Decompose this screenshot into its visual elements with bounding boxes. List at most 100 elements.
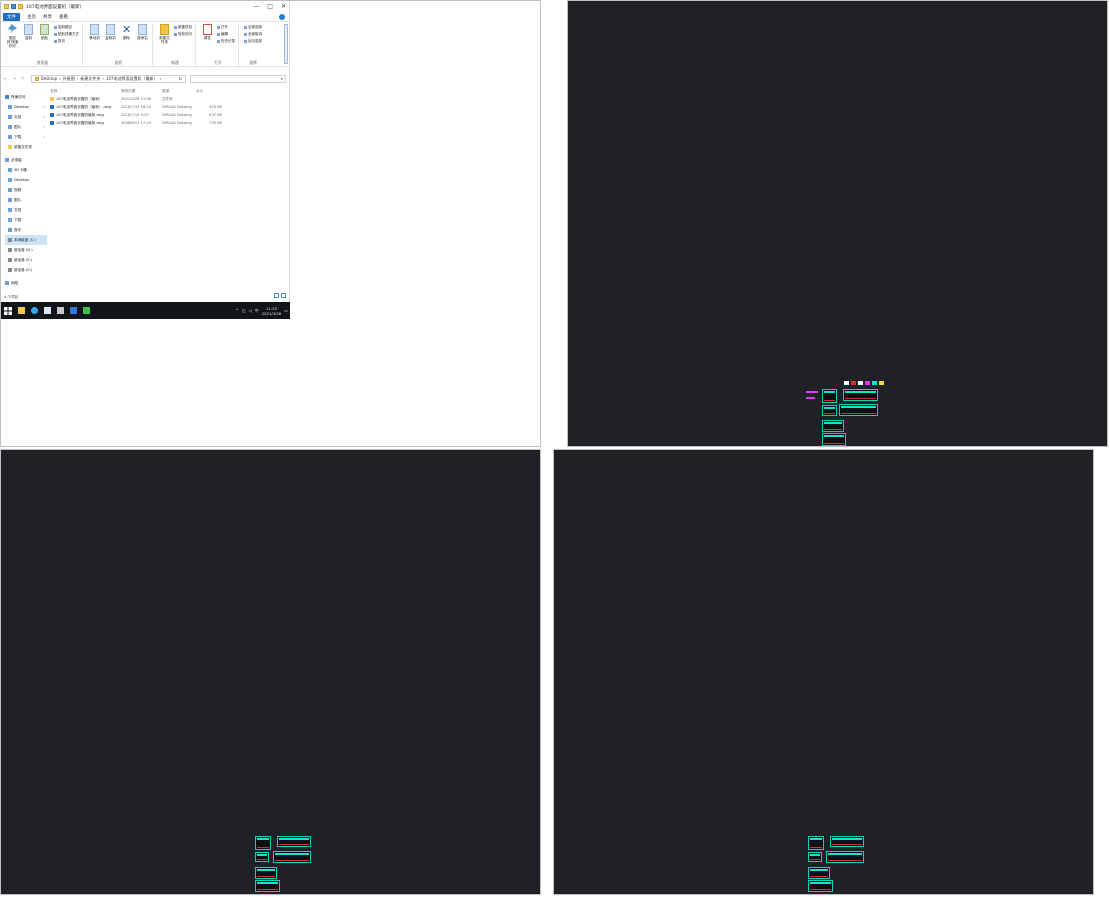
help-icon[interactable] bbox=[279, 13, 285, 20]
properties-button[interactable]: 属性 bbox=[201, 24, 214, 60]
cad-sheet[interactable] bbox=[808, 867, 830, 879]
breadcrumb-2[interactable]: 新建文件夹 bbox=[80, 76, 100, 82]
tab-view[interactable]: 查看 bbox=[59, 14, 68, 20]
new-folder-button[interactable]: 新建文件夹 bbox=[158, 24, 171, 60]
select-none-button[interactable]: 全部取消 bbox=[244, 32, 262, 37]
cad-viewport-panel-1[interactable] bbox=[567, 0, 1108, 447]
details-view-icon[interactable] bbox=[274, 293, 279, 298]
cad-sheet[interactable] bbox=[822, 420, 844, 432]
maximize-button[interactable]: □ bbox=[267, 3, 273, 10]
easy-access-button[interactable]: 轻松访问 bbox=[174, 32, 192, 37]
sidebar-item-14[interactable]: 本地磁盘 (C:) bbox=[5, 235, 47, 245]
sidebar-item-0[interactable]: 快速访问 bbox=[5, 92, 47, 102]
history-button[interactable]: 历史记录 bbox=[217, 39, 235, 44]
cad-sheet[interactable] bbox=[808, 880, 833, 892]
cad-sheet[interactable] bbox=[255, 852, 269, 862]
cad-sheet[interactable] bbox=[830, 836, 864, 847]
tray-chevron-icon[interactable]: ^ bbox=[236, 308, 239, 313]
column-name[interactable]: 名称 bbox=[47, 89, 121, 94]
invert-selection-button[interactable]: 反向选择 bbox=[244, 39, 262, 44]
new-item-button[interactable]: 新建项目 bbox=[174, 25, 192, 30]
paste-button[interactable]: 粘贴 bbox=[38, 24, 51, 60]
cut-button[interactable]: 剪切 bbox=[54, 39, 79, 44]
cad-sheet[interactable] bbox=[839, 404, 878, 416]
document-taskbar-icon[interactable] bbox=[42, 305, 52, 317]
sidebar-item-1[interactable]: Desktop ✦ bbox=[5, 102, 47, 112]
explorer-taskbar-icon[interactable] bbox=[16, 305, 26, 317]
table-row[interactable]: 107电池界面设置机最新.dwg 2016/7/14 9:25 ZWCAD Draw… bbox=[47, 111, 290, 119]
edit-button[interactable]: 编辑 bbox=[217, 32, 235, 37]
sidebar-item-3[interactable]: 图片 ✦ bbox=[5, 122, 47, 132]
cad-sheet[interactable] bbox=[822, 389, 837, 403]
cad-sheet[interactable] bbox=[255, 867, 277, 879]
sidebar-item-7[interactable]: 3D 对象 bbox=[5, 165, 47, 175]
cad-sheet[interactable] bbox=[822, 405, 837, 416]
sidebar-item-8[interactable]: Desktop bbox=[5, 175, 47, 185]
sidebar-item-13[interactable]: 音乐 bbox=[5, 225, 47, 235]
sidebar-item-9[interactable]: 视频 bbox=[5, 185, 47, 195]
network-icon[interactable]: ◫ bbox=[242, 308, 246, 313]
notification-icon[interactable]: ▭ bbox=[284, 308, 288, 313]
sidebar-item-2[interactable]: 文档 ✦ bbox=[5, 112, 47, 122]
sidebar-item-15[interactable]: 新加卷 (D:) bbox=[5, 245, 47, 255]
minimize-button[interactable]: — bbox=[253, 3, 259, 10]
search-input[interactable]: ⌕ bbox=[190, 74, 286, 83]
breadcrumb-3[interactable]: 107电池界面设置机（最新） bbox=[106, 76, 158, 82]
table-row[interactable]: 107电池界面设置机（最新）.dwg 2016/7/15 16:14 ZWCAD D… bbox=[47, 103, 290, 111]
rename-button[interactable]: 重命名 bbox=[136, 24, 149, 60]
browser-taskbar-icon[interactable] bbox=[29, 305, 39, 317]
table-row[interactable]: 107电池界面设置机（最新） 2021/3/26 11:06 文件夹 bbox=[47, 95, 290, 103]
column-type[interactable]: 类型 bbox=[162, 89, 196, 94]
cad-viewport-panel-2[interactable] bbox=[0, 449, 541, 895]
nav-arrows[interactable]: ← → ↑ bbox=[4, 76, 27, 81]
thumbnail-view-icon[interactable] bbox=[281, 293, 286, 298]
breadcrumb-1[interactable]: 外星图 bbox=[63, 76, 75, 82]
breadcrumb-0[interactable]: Desktop bbox=[41, 76, 58, 81]
sidebar-item-12[interactable]: 下载 bbox=[5, 215, 47, 225]
copy-path-button[interactable]: 复制路径 bbox=[54, 25, 79, 30]
sidebar-item-17[interactable]: 新加卷 (E:) bbox=[5, 265, 47, 275]
sidebar-item-11[interactable]: 文档 bbox=[5, 205, 47, 215]
table-row[interactable]: 107电池界面设置机最新.dwg 2008/6/21 17:19 ZWCAD Dra… bbox=[47, 119, 290, 127]
cad-sheet[interactable] bbox=[843, 389, 878, 401]
cad-taskbar-icon[interactable] bbox=[68, 305, 78, 317]
cad-viewport-panel-3[interactable] bbox=[553, 449, 1094, 895]
properties-icon[interactable] bbox=[11, 4, 16, 9]
tab-home[interactable]: 主页 bbox=[27, 14, 36, 20]
volume-icon[interactable]: ◁ bbox=[249, 308, 252, 313]
sidebar-item-16[interactable]: 新加卷 (E:) bbox=[5, 255, 47, 265]
copy-button[interactable]: 复制 bbox=[22, 24, 35, 60]
paste-shortcut-button[interactable]: 粘贴快捷方式 bbox=[54, 32, 79, 37]
clock[interactable]: 11:25 2021/3/26 bbox=[262, 306, 281, 316]
cad-sheet[interactable] bbox=[255, 880, 280, 892]
sidebar-item-5[interactable]: 新建文件夹 bbox=[5, 142, 47, 152]
sidebar-item-4[interactable]: 下载 ✦ bbox=[5, 132, 47, 142]
pin-quick-access-button[interactable]: 固定到'快速访问' bbox=[6, 24, 19, 60]
sidebar-item-6[interactable]: 此电脑 bbox=[5, 155, 47, 165]
cad-sheet[interactable] bbox=[808, 852, 822, 862]
column-size[interactable]: 大小 bbox=[196, 89, 222, 94]
sidebar-item-10[interactable]: 图片 bbox=[5, 195, 47, 205]
cad-sheet[interactable] bbox=[808, 836, 824, 850]
delete-button[interactable]: ✕ 删除 bbox=[120, 24, 133, 60]
move-to-button[interactable]: 移动到 bbox=[88, 24, 101, 60]
refresh-icon[interactable]: ↻ bbox=[179, 76, 182, 81]
copy-to-button[interactable]: 复制到 bbox=[104, 24, 117, 60]
address-bar[interactable]: Desktop › 外星图 › 新建文件夹 › 107电池界面设置机（最新） › ↻ bbox=[30, 74, 186, 83]
select-all-button[interactable]: 全部选择 bbox=[244, 25, 262, 30]
cad-sheet[interactable] bbox=[255, 836, 271, 850]
close-button[interactable]: ✕ bbox=[281, 3, 286, 10]
cad-sheet[interactable] bbox=[826, 851, 864, 863]
cad-sheet[interactable] bbox=[277, 836, 311, 847]
app-taskbar-icon[interactable] bbox=[55, 305, 65, 317]
tab-share[interactable]: 共享 bbox=[43, 14, 52, 20]
column-date[interactable]: 修改日期 bbox=[121, 89, 162, 94]
wechat-taskbar-icon[interactable] bbox=[81, 305, 91, 317]
windows-start-icon[interactable] bbox=[3, 305, 13, 317]
new-folder-icon[interactable] bbox=[18, 4, 23, 9]
cad-sheet[interactable] bbox=[273, 851, 311, 863]
ime-indicator[interactable]: 中 bbox=[255, 308, 259, 314]
tab-file[interactable]: 文件 bbox=[3, 12, 20, 21]
ribbon-scrollbar[interactable] bbox=[284, 24, 288, 64]
sidebar-item-18[interactable]: 网络 bbox=[5, 278, 47, 288]
